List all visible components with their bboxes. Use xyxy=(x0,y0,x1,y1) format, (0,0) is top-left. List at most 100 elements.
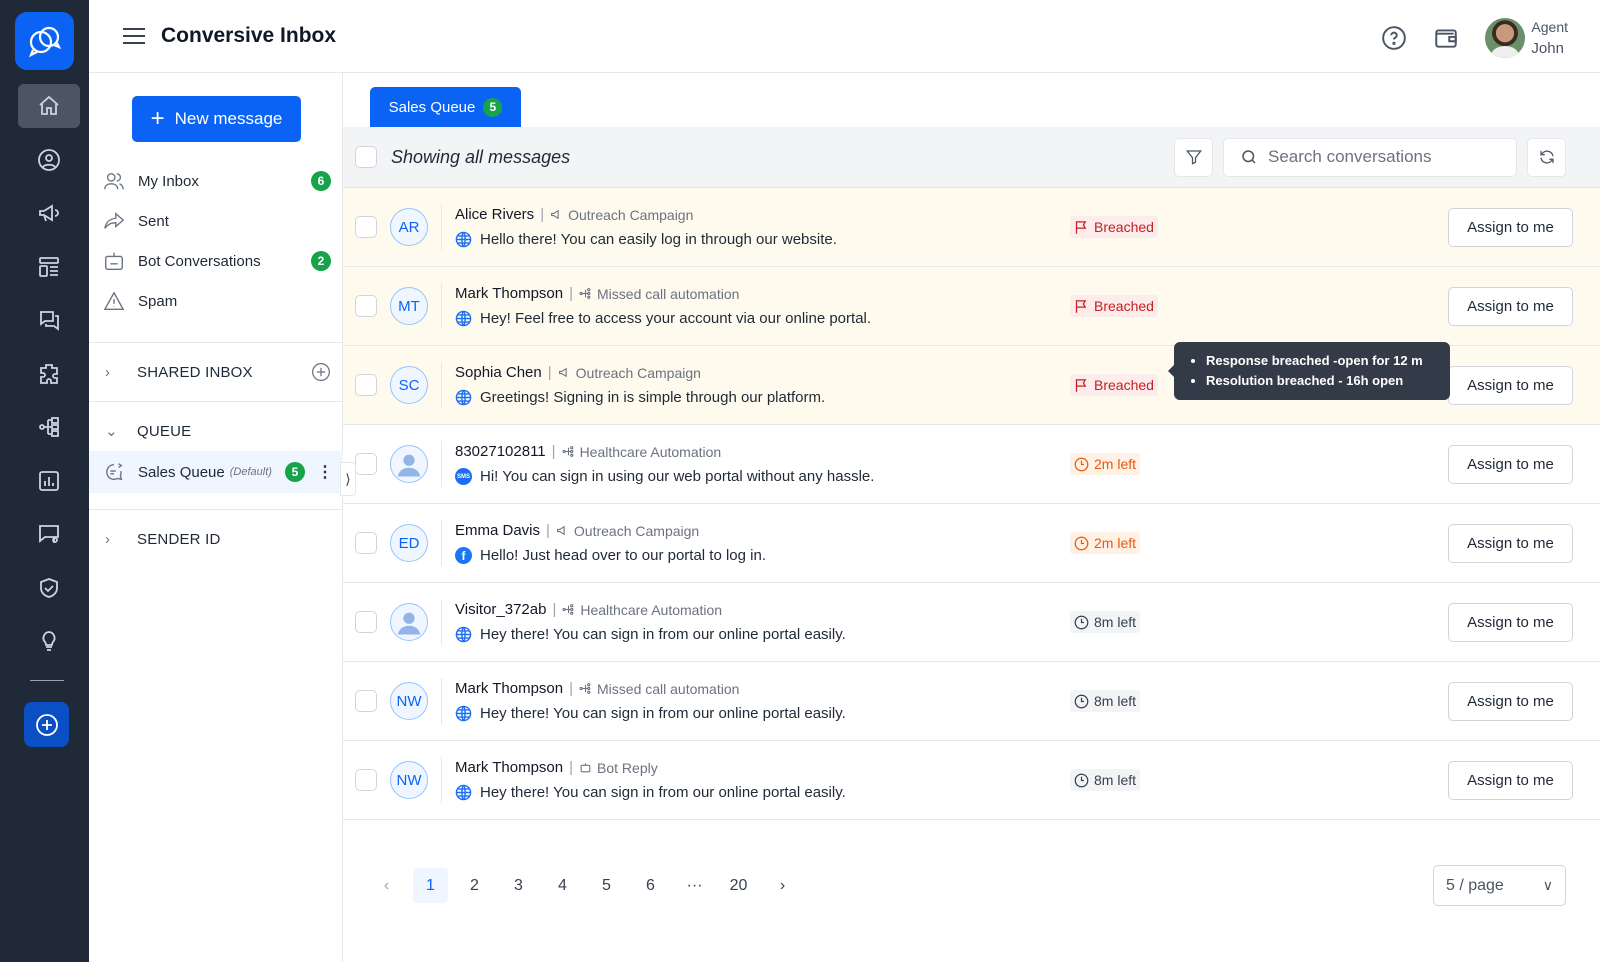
assign-to-me-button[interactable]: Assign to me xyxy=(1448,681,1573,721)
rail-item-shield-check[interactable] xyxy=(18,566,80,610)
flag-icon xyxy=(1075,220,1087,234)
page-2-button[interactable]: 2 xyxy=(457,868,492,903)
more-vertical-icon[interactable]: ⋮ xyxy=(317,462,333,482)
rail-item-chat-settings[interactable] xyxy=(18,512,80,556)
avatar-initials: MT xyxy=(398,297,420,315)
conversation-row[interactable]: NW Mark Thompson | Bot Reply Hey there! Yo… xyxy=(343,741,1600,820)
sla-status-badge[interactable]: Breached xyxy=(1070,216,1158,238)
assign-to-me-button[interactable]: Assign to me xyxy=(1448,760,1573,800)
chevron-right-icon: › xyxy=(105,530,111,548)
conversation-row[interactable]: NW Mark Thompson | Missed call automation … xyxy=(343,662,1600,741)
contact-name[interactable]: Visitor_372ab xyxy=(455,601,546,618)
separator: | xyxy=(540,206,545,223)
warning-icon xyxy=(103,291,125,310)
page-ellipsis-button[interactable]: ··· xyxy=(677,868,712,903)
contact-name[interactable]: Emma Davis xyxy=(455,522,540,539)
page-1-button[interactable]: 1 xyxy=(413,868,448,903)
contact-name[interactable]: Sophia Chen xyxy=(455,364,542,381)
new-message-button[interactable]: + New message xyxy=(132,96,301,142)
page-6-button[interactable]: 6 xyxy=(633,868,668,903)
collapse-sidebar-handle[interactable]: ⟩ xyxy=(340,462,356,496)
globe-icon xyxy=(455,389,472,406)
chevron-down-icon: ⌄ xyxy=(105,423,118,440)
count-badge: 5 xyxy=(483,97,503,117)
assign-to-me-button[interactable]: Assign to me xyxy=(1448,286,1573,326)
top-header: Conversive Inbox Agent John xyxy=(89,0,1600,73)
assign-to-me-button[interactable]: Assign to me xyxy=(1448,523,1573,563)
conversation-row[interactable]: SC Sophia Chen | Outreach Campaign Greetin… xyxy=(343,342,1600,425)
rail-item-home[interactable] xyxy=(18,84,80,128)
row-checkbox[interactable] xyxy=(355,690,377,712)
conversation-row[interactable]: 83027102811 | Healthcare Automation SMS Hi!… xyxy=(343,425,1600,504)
page-4-button[interactable]: 4 xyxy=(545,868,580,903)
assign-to-me-button[interactable]: Assign to me xyxy=(1448,365,1573,405)
filter-button[interactable] xyxy=(1174,137,1213,177)
sidebar-item-spam[interactable]: Spam xyxy=(103,284,331,318)
search-box[interactable] xyxy=(1223,137,1517,177)
wallet-icon[interactable] xyxy=(1433,25,1459,51)
sla-status-badge[interactable]: 8m left xyxy=(1070,611,1141,633)
conversation-row[interactable]: ED Emma Davis | Outreach Campaign f Hello! … xyxy=(343,504,1600,583)
rail-item-chat[interactable] xyxy=(18,298,80,342)
menu-icon[interactable] xyxy=(123,28,145,44)
row-checkbox[interactable] xyxy=(355,769,377,791)
search-input[interactable] xyxy=(1268,147,1498,167)
page-3-button[interactable]: 3 xyxy=(501,868,536,903)
contact-name[interactable]: 83027102811 xyxy=(455,443,546,460)
row-checkbox[interactable] xyxy=(355,374,377,396)
contact-name[interactable]: Alice Rivers xyxy=(455,206,534,223)
row-checkbox[interactable] xyxy=(355,532,377,554)
help-icon[interactable] xyxy=(1381,25,1407,51)
page-size-select[interactable]: 5 / page ∨ xyxy=(1433,865,1566,906)
sla-status-badge[interactable]: 2m left xyxy=(1070,453,1141,475)
tooltip-line: Response breached -open for 12 m xyxy=(1206,351,1450,371)
prev-page-button[interactable]: ‹ xyxy=(369,868,404,903)
row-checkbox[interactable] xyxy=(355,216,377,238)
select-all-checkbox[interactable] xyxy=(355,146,377,168)
page-20-button[interactable]: 20 xyxy=(721,868,756,903)
rail-item-puzzle[interactable] xyxy=(18,352,80,396)
page-5-button[interactable]: 5 xyxy=(589,868,624,903)
row-checkbox[interactable] xyxy=(355,453,377,475)
rail-add-button[interactable] xyxy=(24,702,69,747)
sla-status-badge[interactable]: 2m left xyxy=(1070,532,1141,554)
sla-status-badge[interactable]: Breached xyxy=(1070,374,1158,396)
conversation-row[interactable]: Visitor_372ab | Healthcare Automation Hey … xyxy=(343,583,1600,662)
tab-sales-queue[interactable]: Sales Queue 5 xyxy=(370,87,521,127)
agent-profile[interactable]: Agent John xyxy=(1485,16,1568,60)
sender-id-section[interactable]: › SENDER ID xyxy=(105,522,331,556)
rail-item-lightbulb[interactable] xyxy=(18,619,80,663)
rail-item-flow[interactable] xyxy=(18,405,80,449)
sidebar-item-sent[interactable]: Sent xyxy=(103,204,331,238)
add-circle-icon[interactable] xyxy=(311,362,331,382)
sla-status-badge[interactable]: Breached xyxy=(1070,295,1158,317)
rail-item-megaphone[interactable] xyxy=(18,191,80,235)
rail-item-user-circle[interactable] xyxy=(18,138,80,182)
row-checkbox[interactable] xyxy=(355,295,377,317)
queue-section[interactable]: ⌄ QUEUE xyxy=(105,414,331,448)
bot-icon xyxy=(105,252,123,270)
app-logo[interactable] xyxy=(15,12,74,70)
next-page-button[interactable]: › xyxy=(765,868,800,903)
assign-to-me-button[interactable]: Assign to me xyxy=(1448,602,1573,642)
conversation-row[interactable]: AR Alice Rivers | Outreach Campaign Hello … xyxy=(343,188,1600,267)
sidebar-item-bot-conversations[interactable]: Bot Conversations 2 xyxy=(103,244,331,278)
rail-item-chart[interactable] xyxy=(18,459,80,503)
separator: | xyxy=(552,601,557,618)
rail-item-layout[interactable] xyxy=(18,245,80,289)
sla-status-badge[interactable]: 8m left xyxy=(1070,769,1141,791)
assign-to-me-button[interactable]: Assign to me xyxy=(1448,444,1573,484)
conversation-row[interactable]: MT Mark Thompson | Missed call automation … xyxy=(343,267,1600,346)
separator: | xyxy=(569,759,574,776)
sidebar-item-sales-queue[interactable]: Sales Queue (Default) 5 ⋮ xyxy=(89,451,343,493)
sidebar-item-my-inbox[interactable]: My Inbox 6 xyxy=(103,164,331,198)
assign-to-me-button[interactable]: Assign to me xyxy=(1448,207,1573,247)
shared-inbox-section[interactable]: › SHARED INBOX xyxy=(105,355,331,389)
refresh-button[interactable] xyxy=(1527,137,1566,177)
contact-name[interactable]: Mark Thompson xyxy=(455,759,563,776)
sla-status-badge[interactable]: 8m left xyxy=(1070,690,1141,712)
lightbulb-icon xyxy=(42,631,56,651)
row-checkbox[interactable] xyxy=(355,611,377,633)
contact-name[interactable]: Mark Thompson xyxy=(455,680,563,697)
contact-name[interactable]: Mark Thompson xyxy=(455,285,563,302)
